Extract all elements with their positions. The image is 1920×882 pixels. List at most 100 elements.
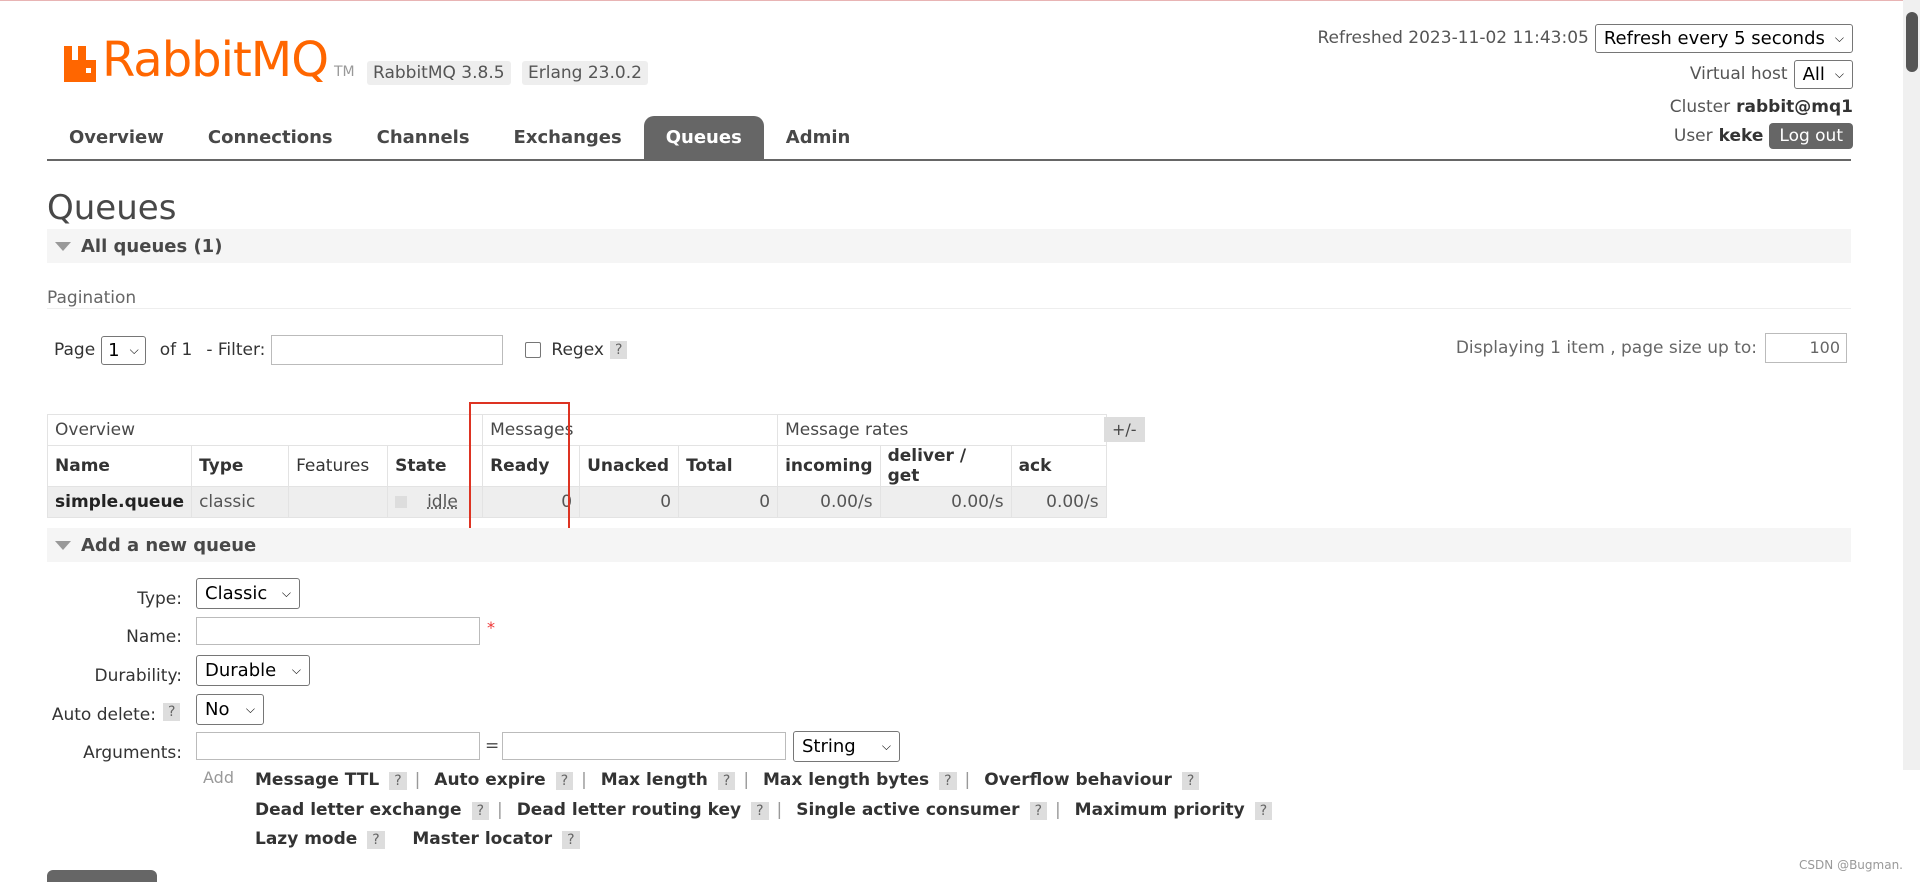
help-button[interactable]: ? bbox=[939, 772, 957, 790]
help-button[interactable]: ? bbox=[562, 831, 580, 849]
durability-select[interactable]: Durable ⌵ bbox=[196, 655, 310, 686]
argument-key-input[interactable] bbox=[196, 732, 480, 760]
auto-delete-label: Auto delete: bbox=[51, 705, 156, 725]
auto-delete-select[interactable]: No ⌵ bbox=[196, 694, 264, 725]
arg-link-master-locator[interactable]: Master locator bbox=[412, 829, 552, 849]
pagination-controls: Page 1 ⌵ of 1 - Filter: Regex ? bbox=[54, 335, 628, 365]
argument-links-row-1: Message TTL? | Auto expire? | Max length? |… bbox=[255, 770, 1200, 790]
arg-link-dead-letter-routing-key[interactable]: Dead letter routing key bbox=[517, 800, 741, 820]
queue-name-input[interactable] bbox=[196, 617, 480, 645]
col-type[interactable]: Type bbox=[191, 445, 290, 487]
arg-link-maximum-priority[interactable]: Maximum priority bbox=[1075, 800, 1245, 820]
col-deliver-get[interactable]: deliver / get bbox=[879, 445, 1012, 487]
refresh-interval-value: Refresh every 5 seconds bbox=[1603, 27, 1825, 49]
argument-value-input[interactable] bbox=[502, 732, 786, 760]
queue-unacked: 0 bbox=[579, 486, 680, 518]
queue-type-select[interactable]: Classic ⌵ bbox=[196, 578, 300, 609]
queue-total: 0 bbox=[678, 486, 779, 518]
all-queues-title: All queues (1) bbox=[81, 235, 223, 257]
tab-channels[interactable]: Channels bbox=[355, 116, 492, 159]
page-label: Page bbox=[54, 340, 96, 360]
arg-link-single-active-consumer[interactable]: Single active consumer bbox=[796, 800, 1019, 820]
cluster-label: Cluster bbox=[1669, 97, 1731, 117]
col-incoming[interactable]: incoming bbox=[777, 445, 881, 487]
tab-admin[interactable]: Admin bbox=[764, 116, 873, 159]
col-name[interactable]: Name bbox=[46, 445, 193, 487]
chevron-down-icon: ⌵ bbox=[281, 586, 291, 600]
tab-queues[interactable]: Queues bbox=[643, 116, 764, 159]
arg-link-overflow-behaviour[interactable]: Overflow behaviour bbox=[984, 770, 1172, 790]
chevron-down-icon: ⌵ bbox=[291, 663, 301, 677]
scrollbar-thumb[interactable] bbox=[1906, 12, 1918, 72]
help-button[interactable]: ? bbox=[1029, 802, 1047, 820]
add-argument-link[interactable]: Add bbox=[203, 768, 234, 787]
rabbitmq-logo-icon bbox=[64, 46, 96, 82]
help-button[interactable]: ? bbox=[555, 772, 574, 790]
arg-link-max-length-bytes[interactable]: Max length bytes bbox=[763, 770, 929, 790]
argument-links-row-2: Dead letter exchange? | Dead letter routi… bbox=[255, 800, 1273, 820]
col-unacked[interactable]: Unacked bbox=[579, 445, 680, 487]
help-button[interactable]: ? bbox=[751, 802, 769, 820]
argument-type-select[interactable]: String ⌵ bbox=[793, 731, 900, 762]
tab-exchanges[interactable]: Exchanges bbox=[492, 116, 644, 159]
window-top-line bbox=[0, 0, 1920, 1]
page-select[interactable]: 1 ⌵ bbox=[101, 335, 146, 365]
auto-delete-value: No bbox=[205, 699, 230, 720]
virtual-host-label: Virtual host bbox=[1689, 64, 1788, 84]
display-info: Displaying 1 item , page size up to: 100 bbox=[1456, 333, 1847, 363]
separator: | bbox=[776, 800, 783, 820]
help-button[interactable]: ? bbox=[717, 772, 736, 790]
separator: | bbox=[497, 800, 503, 820]
group-message-rates: Message rates bbox=[777, 414, 1107, 446]
help-button[interactable]: ? bbox=[471, 802, 490, 820]
virtual-host-select[interactable]: All ⌵ bbox=[1793, 59, 1853, 89]
page-size-input[interactable]: 100 bbox=[1765, 333, 1847, 363]
separator: | bbox=[964, 770, 971, 790]
refresh-interval-select[interactable]: Refresh every 5 seconds ⌵ bbox=[1594, 23, 1853, 53]
queue-name-link[interactable]: simple.queue bbox=[46, 486, 193, 518]
arg-link-auto-expire[interactable]: Auto expire bbox=[434, 770, 545, 790]
col-ack[interactable]: ack bbox=[1010, 445, 1107, 487]
tab-connections[interactable]: Connections bbox=[186, 116, 355, 159]
add-queue-section-toggle[interactable]: Add a new queue bbox=[47, 528, 1851, 562]
arguments-label: Arguments: bbox=[83, 743, 182, 763]
virtual-host-value: All bbox=[1802, 63, 1825, 85]
regex-checkbox[interactable] bbox=[525, 342, 542, 358]
filter-label: - Filter: bbox=[206, 340, 266, 360]
queue-type: classic bbox=[191, 486, 290, 518]
filter-input[interactable] bbox=[271, 335, 504, 365]
pagination-divider bbox=[47, 308, 1851, 309]
state-indicator-icon bbox=[395, 496, 408, 508]
separator: | bbox=[1055, 800, 1061, 820]
name-label: Name: bbox=[126, 627, 182, 647]
column-toggle-button[interactable]: +/- bbox=[1104, 417, 1145, 442]
col-total[interactable]: Total bbox=[678, 445, 779, 487]
arg-link-message-ttl[interactable]: Message TTL bbox=[255, 770, 379, 790]
arg-link-lazy-mode[interactable]: Lazy mode bbox=[255, 829, 357, 849]
regex-help-button[interactable]: ? bbox=[609, 341, 628, 359]
durability-value: Durable bbox=[205, 660, 277, 681]
tab-overview[interactable]: Overview bbox=[47, 116, 186, 159]
erlang-version-badge: Erlang 23.0.2 bbox=[522, 61, 648, 85]
table-column-header: Name Type Features State Ready Unacked T… bbox=[46, 445, 1107, 487]
help-button[interactable]: ? bbox=[1254, 802, 1273, 820]
pagination-label: Pagination bbox=[47, 288, 137, 308]
arg-link-max-length[interactable]: Max length bbox=[601, 770, 708, 790]
scrollbar[interactable] bbox=[1903, 0, 1920, 770]
regex-label: Regex bbox=[551, 340, 604, 360]
chevron-down-icon: ⌵ bbox=[1834, 66, 1844, 81]
main-nav-tabs: Overview Connections Channels Exchanges … bbox=[47, 116, 1851, 161]
help-button[interactable]: ? bbox=[367, 831, 385, 849]
rabbitmq-logo[interactable]: RabbitMQ TM bbox=[62, 36, 355, 84]
help-button[interactable]: ? bbox=[1181, 772, 1200, 790]
logo-trademark: TM bbox=[334, 64, 355, 80]
equals-sign: = bbox=[485, 736, 500, 756]
add-queue-button[interactable] bbox=[47, 870, 157, 882]
chevron-down-icon: ⌵ bbox=[881, 739, 891, 753]
help-button[interactable]: ? bbox=[389, 772, 407, 790]
all-queues-section-toggle[interactable]: All queues (1) bbox=[47, 229, 1851, 263]
separator: | bbox=[581, 770, 587, 790]
auto-delete-help-button[interactable]: ? bbox=[163, 703, 181, 721]
page-select-value: 1 bbox=[108, 339, 120, 361]
arg-link-dead-letter-exchange[interactable]: Dead letter exchange bbox=[255, 800, 462, 820]
